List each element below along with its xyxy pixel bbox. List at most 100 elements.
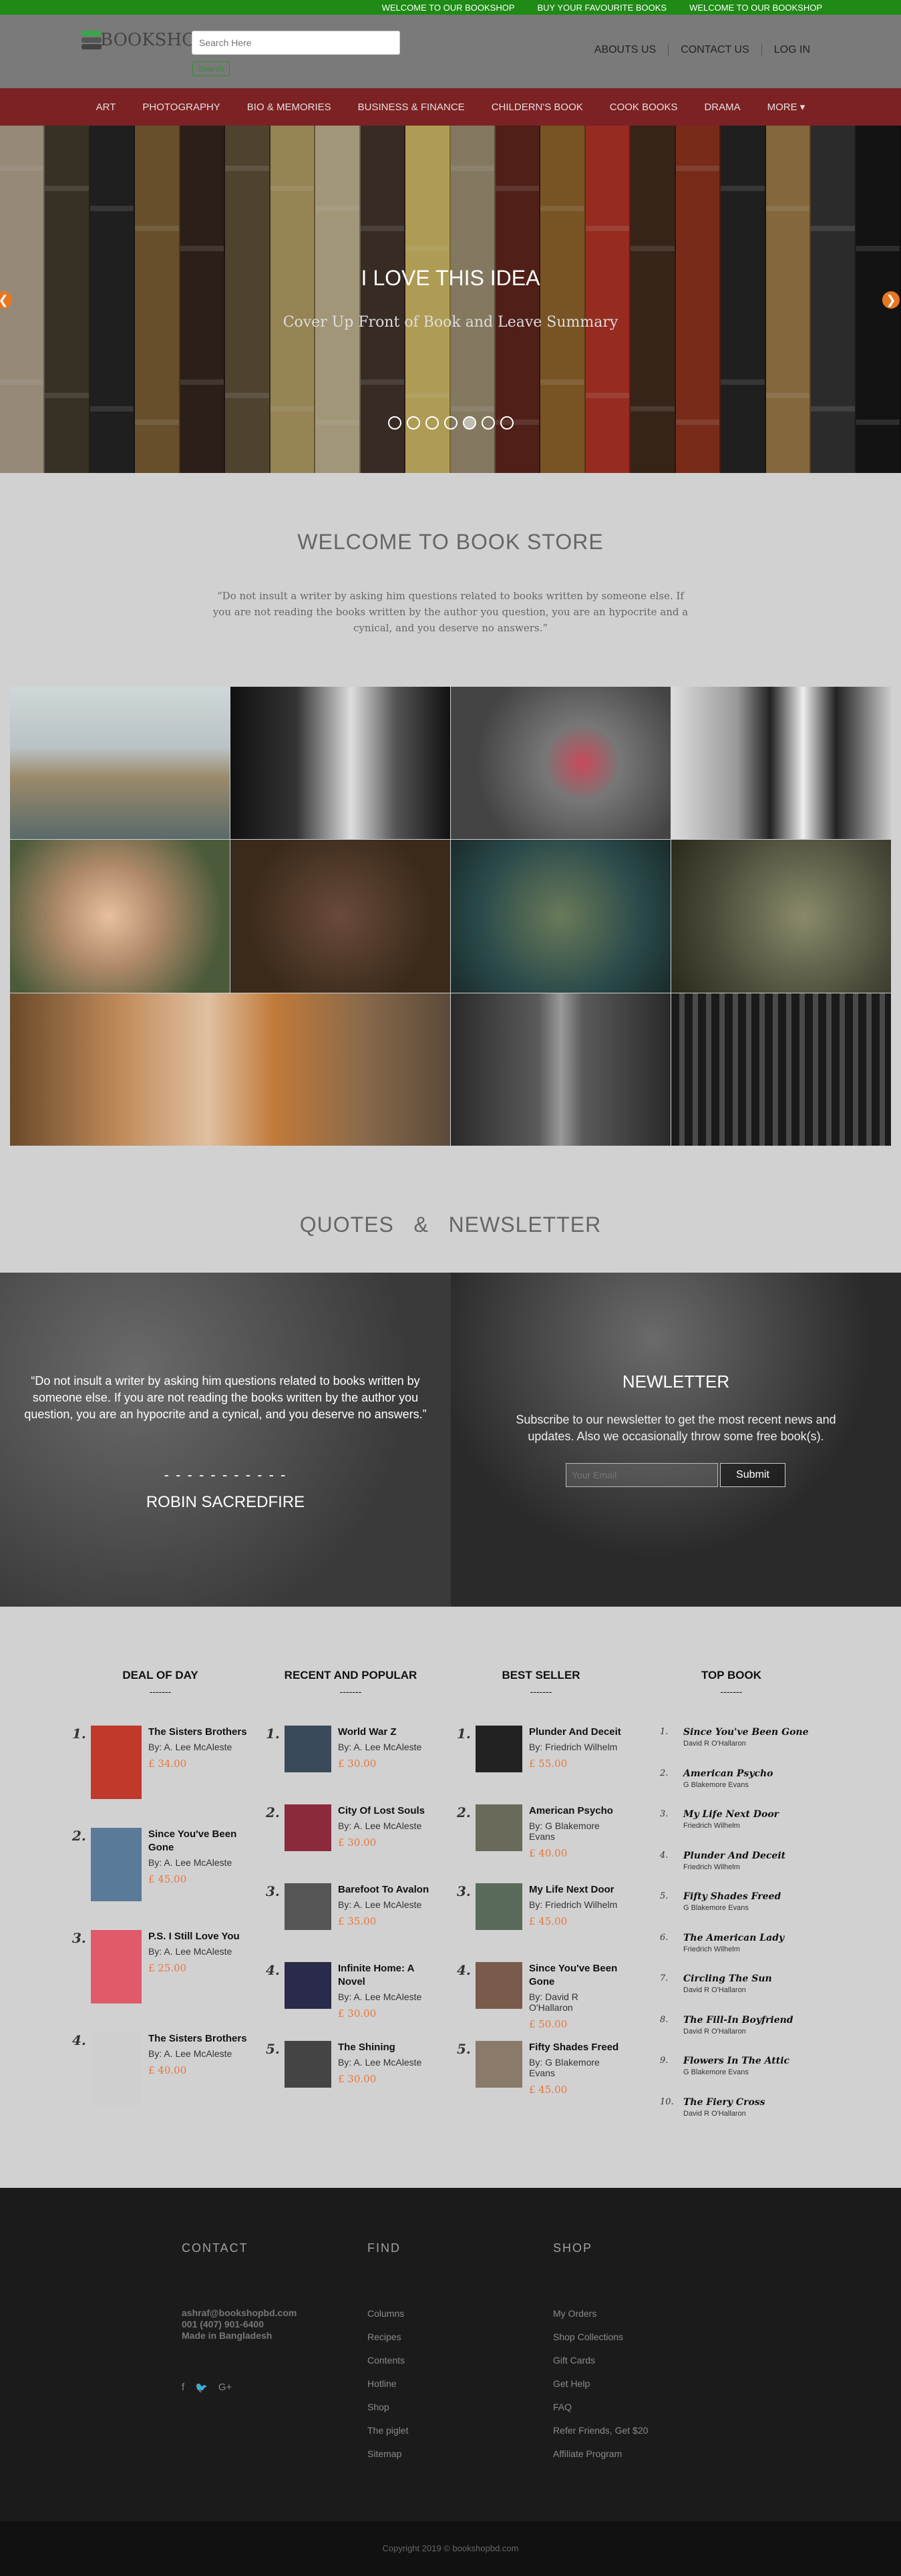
recent-book-item[interactable]: 2. City Of Lost Souls By: A. Lee McAleste £…: [266, 1804, 431, 1851]
gallery-image-rain-face[interactable]: [451, 840, 671, 993]
gallery-image-road[interactable]: [451, 993, 671, 1146]
gallery-image-city[interactable]: [10, 687, 230, 840]
book-cover[interactable]: [476, 1726, 522, 1772]
gallery-image-girl[interactable]: [10, 840, 230, 993]
newsletter-submit-button[interactable]: Submit: [720, 1463, 785, 1487]
best-book-item[interactable]: 3. My Life Next Door By: Friedrich Wilhelm…: [457, 1883, 622, 1930]
book-title[interactable]: The Shining: [338, 2041, 431, 2054]
menu-childrens-book[interactable]: CHILDERN'S BOOK: [492, 102, 583, 113]
menu-more[interactable]: MORE ▾: [767, 101, 805, 113]
book-title[interactable]: The American Lady: [683, 1933, 784, 1943]
top-book-item[interactable]: 6. The American Lady Friedrich Wilhelm: [660, 1933, 784, 1953]
footer-shop-link[interactable]: FAQ: [553, 2396, 648, 2419]
menu-cook-books[interactable]: COOK BOOKS: [610, 102, 678, 113]
book-cover[interactable]: [285, 2041, 331, 2088]
footer-find-link[interactable]: Columns: [367, 2302, 408, 2325]
slide-dot-6[interactable]: [481, 416, 495, 430]
menu-drama[interactable]: DRAMA: [704, 102, 740, 113]
best-book-item[interactable]: 4. Since You've Been Gone By: David R O'Ha…: [457, 1962, 622, 2030]
footer-shop-link[interactable]: Refer Friends, Get $20: [553, 2419, 648, 2442]
book-cover[interactable]: [476, 1962, 522, 2009]
top-book-item[interactable]: 1. Since You've Been Gone David R O'Hallar…: [660, 1727, 809, 1748]
book-title[interactable]: Plunder And Deceit: [683, 1850, 785, 1861]
book-title[interactable]: My Life Next Door: [683, 1809, 779, 1820]
book-title[interactable]: Barefoot To Avalon: [338, 1883, 431, 1897]
top-book-item[interactable]: 7. Circling The Sun David R O'Hallaron: [660, 1973, 772, 1994]
best-book-item[interactable]: 5. Fifty Shades Freed By: G Blakemore Evan…: [457, 2041, 622, 2096]
footer-shop-link[interactable]: Get Help: [553, 2372, 648, 2396]
book-title[interactable]: World War Z: [338, 1726, 431, 1739]
slide-dot-3[interactable]: [425, 416, 439, 430]
gallery-image-forest[interactable]: [671, 993, 891, 1146]
top-book-item[interactable]: 9. Flowers In The Attic G Blakemore Evans: [660, 2056, 789, 2076]
gallery-image-herbs[interactable]: [230, 840, 450, 993]
footer-find-link[interactable]: Hotline: [367, 2372, 408, 2396]
footer-find-link[interactable]: Recipes: [367, 2325, 408, 2349]
footer-shop-link[interactable]: My Orders: [553, 2302, 648, 2325]
book-title[interactable]: The Fiery Cross: [683, 2097, 765, 2108]
book-cover[interactable]: [285, 1883, 331, 1930]
footer-find-link[interactable]: Contents: [367, 2349, 408, 2372]
footer-find-link[interactable]: The piglet: [367, 2419, 408, 2442]
gallery-image-train[interactable]: [230, 687, 450, 840]
deal-book-item[interactable]: 1. The Sisters Brothers By: A. Lee McAlest…: [72, 1726, 248, 1799]
book-cover[interactable]: [91, 1828, 142, 1901]
footer-find-link[interactable]: Sitemap: [367, 2442, 408, 2466]
recent-book-item[interactable]: 3. Barefoot To Avalon By: A. Lee McAleste £…: [266, 1883, 431, 1930]
google-plus-icon[interactable]: G+: [218, 2382, 232, 2394]
slide-dot-7[interactable]: [500, 416, 514, 430]
next-slide-icon[interactable]: ❯: [882, 291, 900, 309]
book-title[interactable]: Fifty Shades Freed: [529, 2041, 622, 2054]
slide-dot-1[interactable]: [387, 416, 401, 430]
deal-book-item[interactable]: 3. P.S. I Still Love You By: A. Lee McAles…: [72, 1930, 248, 2003]
gallery-image-venus[interactable]: [10, 993, 450, 1146]
gallery-image-face[interactable]: [451, 687, 671, 840]
book-cover[interactable]: [476, 2041, 522, 2088]
book-cover[interactable]: [285, 1804, 331, 1851]
book-title[interactable]: American Psycho: [683, 1768, 773, 1779]
book-title[interactable]: Circling The Sun: [683, 1973, 772, 1984]
menu-art[interactable]: ART: [96, 102, 116, 113]
book-cover[interactable]: [91, 2032, 142, 2106]
newsletter-email-input[interactable]: [566, 1463, 718, 1487]
about-us-link[interactable]: ABOUTS US: [582, 44, 668, 56]
top-book-item[interactable]: 5. Fifty Shades Freed G Blakemore Evans: [660, 1891, 781, 1912]
top-book-item[interactable]: 8. The Fill-In Boyfriend David R O'Hallaro…: [660, 2015, 793, 2036]
book-title[interactable]: Infinite Home: A Novel: [338, 1962, 431, 1989]
login-link[interactable]: LOG IN: [762, 44, 822, 56]
recent-book-item[interactable]: 4. Infinite Home: A Novel By: A. Lee McAle…: [266, 1962, 431, 2020]
footer-find-link[interactable]: Shop: [367, 2396, 408, 2419]
book-title[interactable]: P.S. I Still Love You: [148, 1930, 248, 1943]
book-cover[interactable]: [91, 1726, 142, 1799]
book-title[interactable]: Flowers In The Attic: [683, 2056, 789, 2066]
recent-book-item[interactable]: 5. The Shining By: A. Lee McAleste £ 30.00: [266, 2041, 431, 2088]
book-cover[interactable]: [285, 1962, 331, 2009]
book-title[interactable]: The Sisters Brothers: [148, 2032, 248, 2046]
gallery-image-shoes[interactable]: [671, 687, 891, 840]
book-cover[interactable]: [285, 1726, 331, 1772]
top-book-item[interactable]: 3. My Life Next Door Friedrich Wilhelm: [660, 1809, 779, 1830]
book-title[interactable]: Plunder And Deceit: [529, 1726, 622, 1739]
book-cover[interactable]: [476, 1883, 522, 1930]
top-book-item[interactable]: 2. American Psycho G Blakemore Evans: [660, 1768, 773, 1789]
book-title[interactable]: American Psycho: [529, 1804, 622, 1818]
menu-photography[interactable]: PHOTOGRAPHY: [142, 102, 220, 113]
twitter-icon[interactable]: 🐦: [195, 2382, 208, 2394]
menu-business-finance[interactable]: BUSINESS & FINANCE: [358, 102, 465, 113]
slide-dot-2[interactable]: [406, 416, 420, 430]
book-title[interactable]: My Life Next Door: [529, 1883, 622, 1897]
menu-bio-memories[interactable]: BIO & MEMORIES: [247, 102, 331, 113]
book-title[interactable]: Since You've Been Gone: [148, 1828, 248, 1855]
footer-shop-link[interactable]: Affiliate Program: [553, 2442, 648, 2466]
deal-book-item[interactable]: 2. Since You've Been Gone By: A. Lee McAle…: [72, 1828, 248, 1901]
footer-shop-link[interactable]: Gift Cards: [553, 2349, 648, 2372]
recent-book-item[interactable]: 1. World War Z By: A. Lee McAleste £ 30.00: [266, 1726, 431, 1772]
book-cover[interactable]: [91, 1930, 142, 2003]
book-title[interactable]: The Fill-In Boyfriend: [683, 2015, 793, 2026]
book-title[interactable]: Since You've Been Gone: [683, 1727, 809, 1738]
best-book-item[interactable]: 2. American Psycho By: G Blakemore Evans £ …: [457, 1804, 622, 1859]
slide-dot-4[interactable]: [443, 416, 458, 430]
site-logo[interactable]: BOOKSHOP: [79, 28, 208, 52]
best-book-item[interactable]: 1. Plunder And Deceit By: Friedrich Wilhel…: [457, 1726, 622, 1772]
contact-email[interactable]: ashraf@bookshopbd.com: [182, 2307, 297, 2319]
